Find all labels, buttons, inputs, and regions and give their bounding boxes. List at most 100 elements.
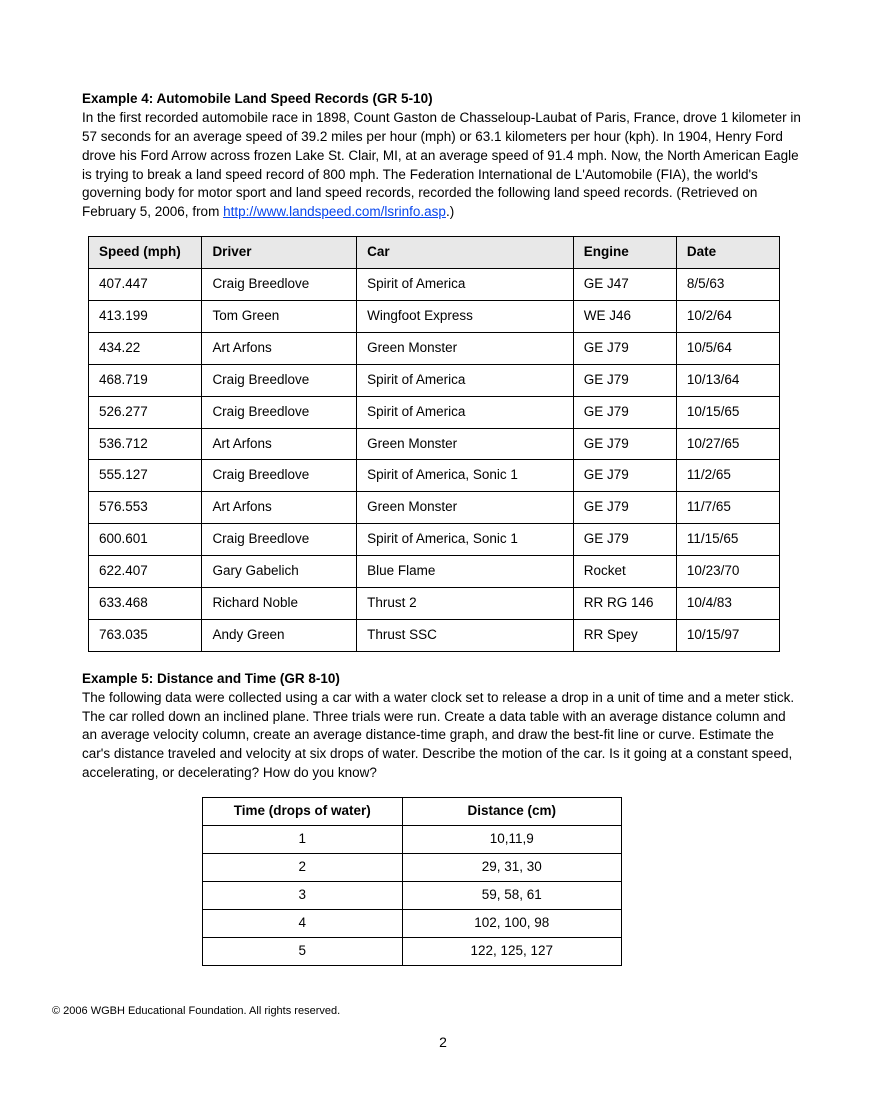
cell-date: 11/15/65 (676, 524, 779, 556)
table-row: 526.277Craig BreedloveSpirit of AmericaG… (89, 396, 780, 428)
cell-date: 10/4/83 (676, 588, 779, 620)
table-row: 576.553Art ArfonsGreen MonsterGE J7911/7… (89, 492, 780, 524)
cell-engine: GE J79 (573, 428, 676, 460)
cell-car: Spirit of America (357, 364, 574, 396)
cell-car: Spirit of America (357, 396, 574, 428)
distance-time-table: Time (drops of water) Distance (cm) 110,… (202, 797, 622, 965)
example5-body: The following data were collected using … (82, 690, 794, 781)
cell-speed: 434.22 (89, 332, 202, 364)
cell-engine: WE J46 (573, 301, 676, 333)
cell-time: 3 (203, 881, 403, 909)
cell-speed: 763.035 (89, 619, 202, 651)
table-row: 413.199Tom GreenWingfoot ExpressWE J4610… (89, 301, 780, 333)
table-row: 4102, 100, 98 (203, 909, 622, 937)
dist-table-header-row: Time (drops of water) Distance (cm) (203, 798, 622, 826)
cell-engine: GE J79 (573, 524, 676, 556)
example5-paragraph: Example 5: Distance and Time (GR 8-10) T… (82, 670, 804, 783)
table-row: 555.127Craig BreedloveSpirit of America,… (89, 460, 780, 492)
cell-car: Thrust SSC (357, 619, 574, 651)
cell-date: 10/15/65 (676, 396, 779, 428)
cell-driver: Andy Green (202, 619, 357, 651)
cell-speed: 576.553 (89, 492, 202, 524)
cell-date: 8/5/63 (676, 269, 779, 301)
cell-engine: GE J79 (573, 332, 676, 364)
table-row: 434.22Art ArfonsGreen MonsterGE J7910/5/… (89, 332, 780, 364)
cell-engine: GE J79 (573, 460, 676, 492)
cell-engine: GE J79 (573, 492, 676, 524)
th-engine: Engine (573, 237, 676, 269)
cell-speed: 536.712 (89, 428, 202, 460)
th-date: Date (676, 237, 779, 269)
table-row: 633.468Richard NobleThrust 2RR RG 14610/… (89, 588, 780, 620)
cell-engine: RR RG 146 (573, 588, 676, 620)
cell-speed: 526.277 (89, 396, 202, 428)
cell-speed: 622.407 (89, 556, 202, 588)
th-dist: Distance (cm) (402, 798, 622, 826)
cell-car: Spirit of America, Sonic 1 (357, 524, 574, 556)
table-row: 468.719Craig BreedloveSpirit of AmericaG… (89, 364, 780, 396)
cell-driver: Craig Breedlove (202, 364, 357, 396)
cell-engine: Rocket (573, 556, 676, 588)
cell-speed: 600.601 (89, 524, 202, 556)
cell-date: 10/23/70 (676, 556, 779, 588)
cell-speed: 555.127 (89, 460, 202, 492)
cell-driver: Richard Noble (202, 588, 357, 620)
cell-dist: 122, 125, 127 (402, 937, 622, 965)
cell-driver: Gary Gabelich (202, 556, 357, 588)
cell-driver: Art Arfons (202, 332, 357, 364)
table-row: 407.447Craig BreedloveSpirit of AmericaG… (89, 269, 780, 301)
cell-time: 4 (203, 909, 403, 937)
cell-driver: Craig Breedlove (202, 269, 357, 301)
th-driver: Driver (202, 237, 357, 269)
cell-speed: 413.199 (89, 301, 202, 333)
cell-dist: 102, 100, 98 (402, 909, 622, 937)
example5-heading: Example 5: Distance and Time (GR 8-10) (82, 671, 340, 686)
cell-car: Thrust 2 (357, 588, 574, 620)
cell-car: Spirit of America, Sonic 1 (357, 460, 574, 492)
cell-dist: 59, 58, 61 (402, 881, 622, 909)
cell-date: 10/5/64 (676, 332, 779, 364)
cell-car: Wingfoot Express (357, 301, 574, 333)
cell-driver: Art Arfons (202, 428, 357, 460)
cell-engine: GE J79 (573, 396, 676, 428)
cell-driver: Art Arfons (202, 492, 357, 524)
table-row: 536.712Art ArfonsGreen MonsterGE J7910/2… (89, 428, 780, 460)
cell-time: 1 (203, 826, 403, 854)
table-row: 5122, 125, 127 (203, 937, 622, 965)
cell-driver: Craig Breedlove (202, 396, 357, 428)
cell-car: Spirit of America (357, 269, 574, 301)
cell-date: 10/2/64 (676, 301, 779, 333)
cell-time: 2 (203, 853, 403, 881)
cell-engine: GE J47 (573, 269, 676, 301)
table-row: 359, 58, 61 (203, 881, 622, 909)
cell-engine: GE J79 (573, 364, 676, 396)
table-row: 229, 31, 30 (203, 853, 622, 881)
cell-driver: Tom Green (202, 301, 357, 333)
cell-driver: Craig Breedlove (202, 460, 357, 492)
cell-time: 5 (203, 937, 403, 965)
th-car: Car (357, 237, 574, 269)
cell-dist: 10,11,9 (402, 826, 622, 854)
cell-driver: Craig Breedlove (202, 524, 357, 556)
cell-engine: RR Spey (573, 619, 676, 651)
landspeed-link[interactable]: http://www.landspeed.com/lsrinfo.asp (223, 204, 446, 219)
cell-car: Blue Flame (357, 556, 574, 588)
table-row: 763.035Andy GreenThrust SSCRR Spey10/15/… (89, 619, 780, 651)
speed-table-header-row: Speed (mph) Driver Car Engine Date (89, 237, 780, 269)
th-speed: Speed (mph) (89, 237, 202, 269)
cell-speed: 468.719 (89, 364, 202, 396)
cell-date: 10/13/64 (676, 364, 779, 396)
example4-paragraph: Example 4: Automobile Land Speed Records… (82, 90, 804, 222)
copyright-footer: © 2006 WGBH Educational Foundation. All … (52, 1004, 804, 1019)
cell-car: Green Monster (357, 332, 574, 364)
example4-body: In the first recorded automobile race in… (82, 110, 801, 219)
table-row: 622.407Gary GabelichBlue FlameRocket10/2… (89, 556, 780, 588)
cell-speed: 633.468 (89, 588, 202, 620)
cell-car: Green Monster (357, 492, 574, 524)
table-row: 110,11,9 (203, 826, 622, 854)
example4-heading: Example 4: Automobile Land Speed Records… (82, 91, 433, 106)
cell-date: 10/15/97 (676, 619, 779, 651)
cell-dist: 29, 31, 30 (402, 853, 622, 881)
cell-speed: 407.447 (89, 269, 202, 301)
cell-date: 11/2/65 (676, 460, 779, 492)
